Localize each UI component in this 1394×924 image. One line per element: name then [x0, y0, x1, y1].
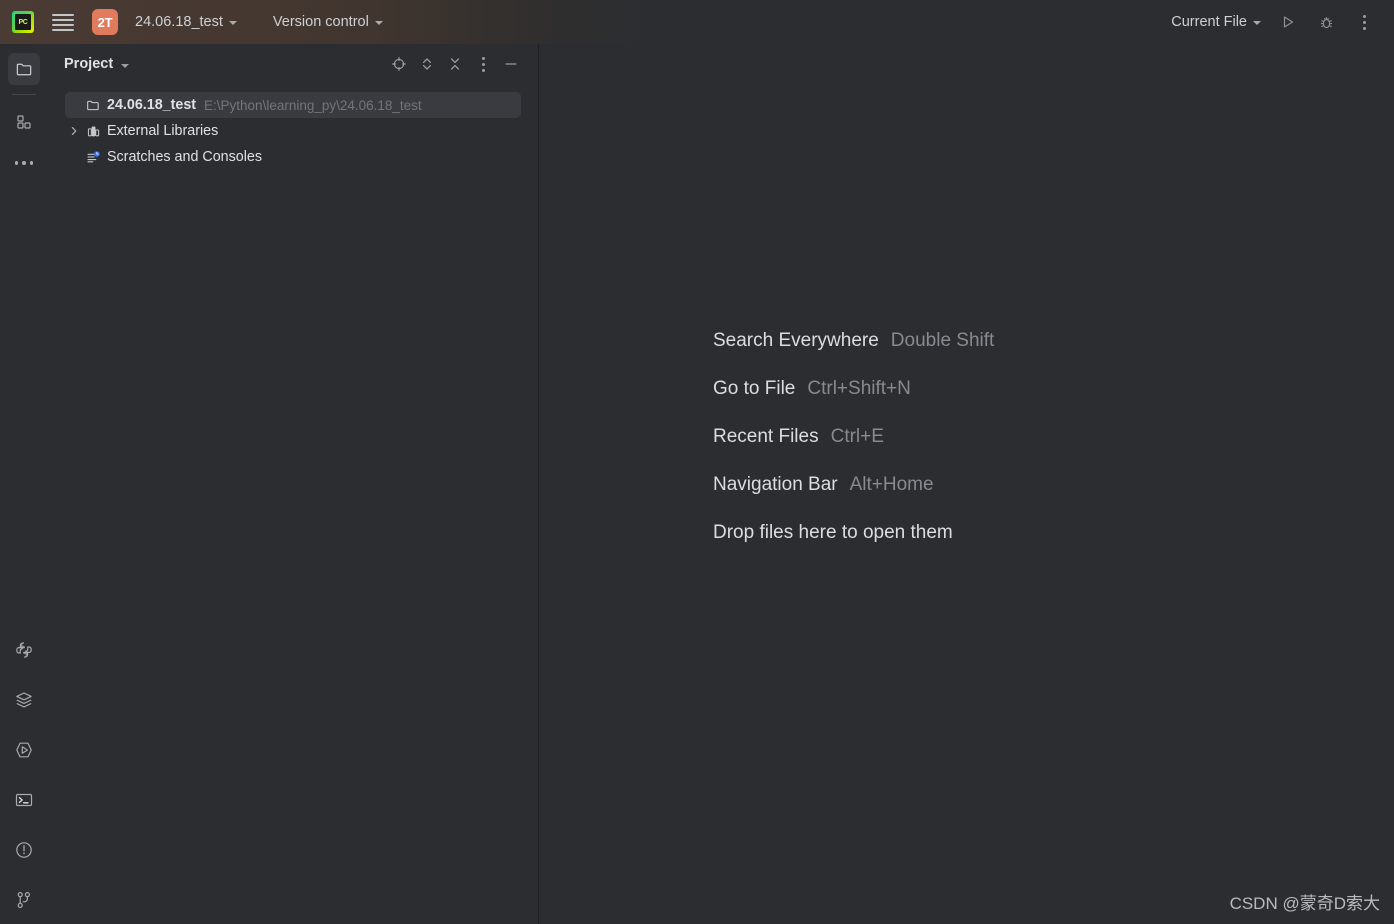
tree-row-label: External Libraries	[107, 123, 219, 139]
hint-label: Search Everywhere	[713, 330, 879, 351]
hint-search-everywhere[interactable]: Search Everywhere Double Shift	[713, 330, 994, 352]
pycharm-logo-icon: PC	[12, 11, 34, 33]
project-tree: 24.06.18_test E:\Python\learning_py\24.0…	[48, 84, 538, 170]
title-bar-right-group: Current File	[1154, 7, 1394, 37]
hint-recent-files[interactable]: Recent Files Ctrl+E	[713, 426, 994, 448]
hamburger-menu-icon[interactable]	[52, 11, 74, 33]
debug-button[interactable]	[1310, 7, 1342, 37]
tree-row-label: 24.06.18_test	[107, 97, 197, 113]
hint-label: Navigation Bar	[713, 474, 838, 495]
collapse-all-button[interactable]	[442, 51, 468, 77]
problems-icon	[16, 842, 32, 858]
chevron-down-icon	[1253, 21, 1261, 25]
title-bar: PC 2T 24.06.18_test Version control Curr…	[0, 0, 1394, 44]
hint-shortcut: Alt+Home	[849, 474, 934, 495]
folder-icon	[83, 98, 103, 113]
library-icon	[83, 124, 103, 139]
project-tool-window: Project 24.06.18_test E:\Python\learning…	[48, 44, 539, 924]
panel-options-button[interactable]	[470, 51, 496, 77]
structure-tool-icon	[17, 115, 31, 129]
project-name-selector[interactable]: 24.06.18_test	[130, 11, 242, 33]
run-button[interactable]	[1272, 7, 1304, 37]
project-panel-header: Project	[48, 44, 538, 84]
sidebar-item-problems[interactable]	[8, 834, 40, 866]
chevron-down-icon[interactable]	[121, 63, 130, 68]
hint-shortcut: Ctrl+Shift+N	[807, 378, 911, 399]
hide-panel-button[interactable]	[498, 51, 524, 77]
sidebar-item-structure[interactable]	[8, 106, 40, 138]
pycharm-window: PC 2T 24.06.18_test Version control Curr…	[0, 0, 1394, 924]
panel-options-icon	[481, 56, 485, 72]
left-tool-stripe	[0, 44, 48, 924]
sidebar-item-version-control[interactable]	[8, 884, 40, 916]
scratches-icon	[83, 150, 103, 165]
select-opened-file-icon	[392, 57, 406, 71]
hint-shortcut: Double Shift	[890, 330, 995, 351]
debug-bug-icon	[1320, 16, 1332, 28]
pycharm-logo-text: PC	[18, 18, 28, 26]
panel-title: Project	[64, 56, 114, 72]
run-configuration-selector[interactable]: Current File	[1166, 11, 1266, 33]
sidebar-item-python-console[interactable]	[8, 634, 40, 666]
watermark: CSDN @蒙奇D索大	[1229, 894, 1380, 913]
chevron-down-icon	[374, 21, 383, 25]
hint-label: Drop files here to open them	[713, 522, 953, 543]
tree-row-external-libraries[interactable]: External Libraries	[48, 118, 538, 144]
hint-label: Recent Files	[713, 426, 819, 447]
hint-go-to-file[interactable]: Go to File Ctrl+Shift+N	[713, 378, 994, 400]
sidebar-item-run[interactable]	[8, 734, 40, 766]
python-console-icon	[16, 642, 32, 658]
left-tool-stripe-bottom	[8, 616, 40, 924]
sidebar-item-more-tool-windows[interactable]	[8, 147, 40, 179]
tree-row-path: E:\Python\learning_py\24.06.18_test	[204, 97, 422, 113]
run-tool-icon	[16, 742, 32, 758]
terminal-icon	[15, 793, 33, 807]
select-opened-file-button[interactable]	[386, 51, 412, 77]
tree-row-project-root[interactable]: 24.06.18_test E:\Python\learning_py\24.0…	[65, 92, 521, 118]
sidebar-item-terminal[interactable]	[8, 784, 40, 816]
version-control-branch-icon	[17, 891, 30, 908]
project-badge[interactable]: 2T	[92, 9, 118, 35]
folder-icon	[16, 63, 31, 75]
hint-shortcut: Ctrl+E	[830, 426, 884, 447]
version-control-label: Version control	[272, 14, 369, 30]
editor-hints-list: Search Everywhere Double Shift Go to Fil…	[713, 330, 994, 570]
editor-empty-state[interactable]: Search Everywhere Double Shift Go to Fil…	[540, 44, 1394, 924]
title-bar-more-button[interactable]	[1348, 7, 1380, 37]
more-tool-windows-icon	[14, 161, 34, 165]
chevron-down-icon	[228, 21, 237, 25]
expand-all-button[interactable]	[414, 51, 440, 77]
version-control-selector[interactable]: Version control	[268, 11, 388, 33]
hint-drop-files: Drop files here to open them	[713, 522, 994, 544]
more-vertical-dots-icon	[1362, 14, 1366, 30]
sidebar-item-database[interactable]	[8, 684, 40, 716]
tree-row-scratches-and-consoles[interactable]: Scratches and Consoles	[48, 144, 538, 170]
tree-row-label: Scratches and Consoles	[107, 149, 262, 165]
expand-all-icon	[422, 58, 432, 70]
tree-expand-arrow-icon[interactable]	[65, 126, 83, 136]
collapse-all-icon	[450, 58, 460, 70]
stripe-divider	[12, 94, 36, 95]
database-layers-icon	[16, 692, 32, 708]
run-configuration-label: Current File	[1171, 14, 1247, 30]
run-play-icon	[1283, 16, 1294, 28]
hint-navigation-bar[interactable]: Navigation Bar Alt+Home	[713, 474, 994, 496]
hint-label: Go to File	[713, 378, 796, 399]
sidebar-item-project[interactable]	[8, 53, 40, 85]
project-panel-toolbar	[386, 51, 524, 77]
project-name-label: 24.06.18_test	[135, 14, 223, 30]
hide-panel-icon	[505, 63, 517, 65]
